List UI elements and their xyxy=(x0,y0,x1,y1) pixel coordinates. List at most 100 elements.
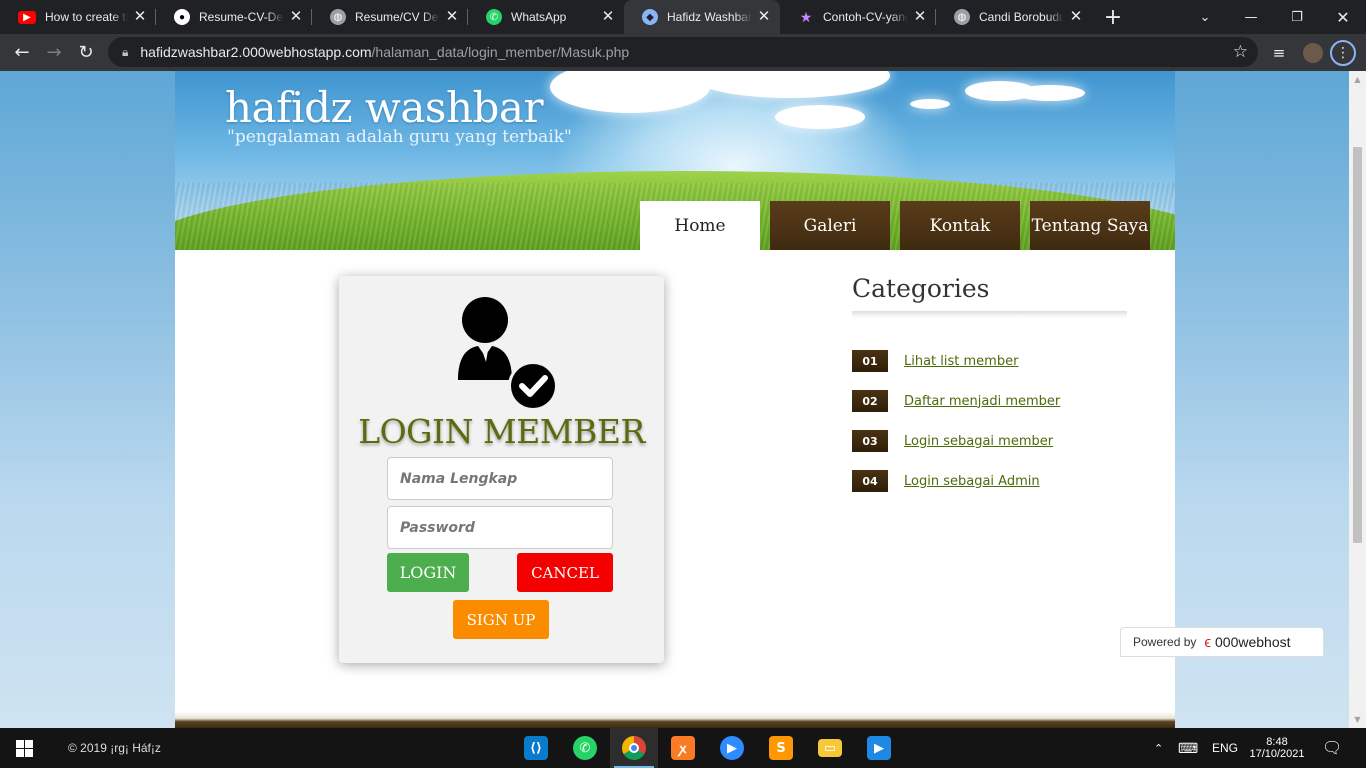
tab-title: Contoh-CV-yang xyxy=(823,10,908,24)
browser-tab-strip: ▶ How to create the ✕ ● Resume-CV-Desi ✕… xyxy=(0,0,1366,34)
list-item: 03 Login sebagai member xyxy=(852,430,1060,452)
login-button[interactable]: LOGIN xyxy=(387,553,469,592)
tab-title: WhatsApp xyxy=(511,10,567,24)
forward-icon[interactable]: → xyxy=(38,37,70,69)
category-link-lihat-list-member[interactable]: Lihat list member xyxy=(904,354,1018,369)
language-indicator[interactable]: ENG xyxy=(1212,728,1238,768)
powered-by-badge[interactable]: Powered by ϵ 000webhost xyxy=(1120,627,1324,657)
cloud xyxy=(690,71,890,98)
tab-title: How to create the xyxy=(45,10,128,24)
category-link-login-member[interactable]: Login sebagai member xyxy=(904,434,1053,449)
browser-toolbar: ← → ↻ 🔒︎ hafidzwashbar2.000webhostapp.co… xyxy=(0,34,1366,71)
globe-icon: ◍ xyxy=(954,9,970,25)
scroll-thumb[interactable] xyxy=(1353,147,1362,543)
star-icon: ★ xyxy=(799,8,813,25)
whatsapp-icon: ✆ xyxy=(486,9,502,25)
tab-resume[interactable]: ◍ Resume/CV Desi ✕ xyxy=(312,0,468,34)
windows-start-icon[interactable] xyxy=(0,728,48,768)
category-link-daftar-member[interactable]: Daftar menjadi member xyxy=(904,394,1060,409)
maximize-button[interactable]: ❐ xyxy=(1274,0,1320,34)
password-field[interactable] xyxy=(387,506,613,549)
tab-hafidz-washbar[interactable]: ◆ Hafidz Washbar ✕ xyxy=(624,0,780,34)
main-content: LOGIN MEMBER LOGIN CANCEL SIGN UP Catego… xyxy=(175,250,1175,728)
clock[interactable]: 8:48 17/10/2021 xyxy=(1246,728,1308,768)
category-link-login-admin[interactable]: Login sebagai Admin xyxy=(904,474,1040,489)
cancel-button[interactable]: CANCEL xyxy=(517,553,613,592)
new-tab-button[interactable]: + xyxy=(1098,0,1128,34)
site-tagline: "pengalaman adalah guru yang terbaik" xyxy=(227,127,572,147)
bookmark-star-icon[interactable]: ☆ xyxy=(1233,42,1248,62)
footer-grass xyxy=(175,712,1175,728)
scroll-down-icon[interactable]: ▼ xyxy=(1349,711,1366,728)
zoom-icon[interactable]: ▶ xyxy=(708,728,756,768)
close-tab-icon[interactable]: ✕ xyxy=(288,9,304,25)
login-card: LOGIN MEMBER LOGIN CANCEL SIGN UP xyxy=(339,276,664,663)
menu-tentang-saya[interactable]: Tentang Saya xyxy=(1030,201,1150,250)
close-tab-icon[interactable]: ✕ xyxy=(1068,9,1084,25)
globe-icon: ◍ xyxy=(330,9,346,25)
tab-title: Resume-CV-Desi xyxy=(199,10,284,24)
categories-divider xyxy=(852,311,1127,319)
taskbar-copyright: © 2019 ¡rg¡ Háf¡z xyxy=(68,741,161,755)
menu-kontak[interactable]: Kontak xyxy=(900,201,1020,250)
profile-avatar[interactable] xyxy=(1300,34,1326,71)
tab-github[interactable]: ● Resume-CV-Desi ✕ xyxy=(156,0,312,34)
menu-home[interactable]: Home xyxy=(640,201,760,250)
site-icon: ◆ xyxy=(642,9,658,25)
tab-candi-borobudur[interactable]: ◍ Candi Borobudur ✕ xyxy=(936,0,1092,34)
close-tab-icon[interactable]: ✕ xyxy=(444,9,460,25)
category-number: 02 xyxy=(852,390,888,412)
url-host: hafidzwashbar2.000webhostapp.com xyxy=(140,44,372,60)
media-player-icon[interactable]: ▶ xyxy=(855,728,903,768)
xampp-icon[interactable]: ꭗ xyxy=(659,728,707,768)
tab-contoh-cv[interactable]: ★ Contoh-CV-yang ✕ xyxy=(780,0,936,34)
github-icon: ● xyxy=(174,9,190,25)
categories-list: 01 Lihat list member 02 Daftar menjadi m… xyxy=(852,350,1060,510)
page-scrollbar[interactable]: ▲ ▼ xyxy=(1349,71,1366,728)
clock-date: 17/10/2021 xyxy=(1249,748,1305,760)
vscode-icon[interactable]: ⟨⟩ xyxy=(512,728,560,768)
reload-icon[interactable]: ↻ xyxy=(70,37,102,69)
close-tab-icon[interactable]: ✕ xyxy=(600,9,616,25)
menu-galeri[interactable]: Galeri xyxy=(770,201,890,250)
powered-brand: 000webhost xyxy=(1215,634,1291,650)
tray-chevron-icon[interactable]: ⌃ xyxy=(1154,728,1163,768)
notification-icon[interactable]: 🗨︎ xyxy=(1322,728,1344,768)
cloud xyxy=(1015,85,1085,101)
whatsapp-icon[interactable]: ✆ xyxy=(561,728,609,768)
close-tab-icon[interactable]: ✕ xyxy=(756,9,772,25)
close-tab-icon[interactable]: ✕ xyxy=(912,9,928,25)
list-item: 01 Lihat list member xyxy=(852,350,1060,372)
address-bar[interactable]: 🔒︎ hafidzwashbar2.000webhostapp.com/hala… xyxy=(108,37,1258,67)
file-explorer-icon[interactable]: ▭ xyxy=(806,728,854,768)
clock-time: 8:48 xyxy=(1266,736,1288,748)
login-heading: LOGIN MEMBER xyxy=(358,412,645,451)
lock-icon[interactable]: 🔒︎ xyxy=(122,45,128,60)
cloud xyxy=(550,71,710,113)
sublime-text-icon[interactable]: S xyxy=(757,728,805,768)
name-field[interactable] xyxy=(387,457,613,500)
cloud xyxy=(775,105,865,129)
back-icon[interactable]: ← xyxy=(6,37,38,69)
menu-kebab-icon[interactable]: ⋮ xyxy=(1330,34,1356,71)
site-container: hafidz washbar "pengalaman adalah guru y… xyxy=(175,71,1175,728)
scroll-up-icon[interactable]: ▲ xyxy=(1349,71,1366,88)
powered-label: Powered by xyxy=(1133,635,1197,649)
list-item: 02 Daftar menjadi member xyxy=(852,390,1060,412)
close-tab-icon[interactable]: ✕ xyxy=(132,9,148,25)
main-menu: Home Galeri Kontak Tentang Saya xyxy=(640,201,1160,250)
tab-title: Hafidz Washbar xyxy=(667,10,752,24)
signup-button[interactable]: SIGN UP xyxy=(453,600,549,639)
chrome-icon[interactable] xyxy=(610,728,658,768)
tab-whatsapp[interactable]: ✆ WhatsApp ✕ xyxy=(468,0,624,34)
webhost-logo-icon: ϵ xyxy=(1204,633,1212,651)
close-window-button[interactable]: ✕ xyxy=(1320,0,1366,34)
keyboard-icon[interactable]: ⌨ xyxy=(1178,728,1198,768)
tab-title: Candi Borobudur xyxy=(979,10,1064,24)
category-number: 04 xyxy=(852,470,888,492)
minimize-button[interactable]: — xyxy=(1228,0,1274,34)
media-control-icon[interactable]: ≡ xyxy=(1266,34,1292,71)
site-title: hafidz washbar xyxy=(225,83,544,132)
tab-search-icon[interactable]: ⌄ xyxy=(1182,0,1228,34)
tab-youtube[interactable]: ▶ How to create the ✕ xyxy=(0,0,156,34)
